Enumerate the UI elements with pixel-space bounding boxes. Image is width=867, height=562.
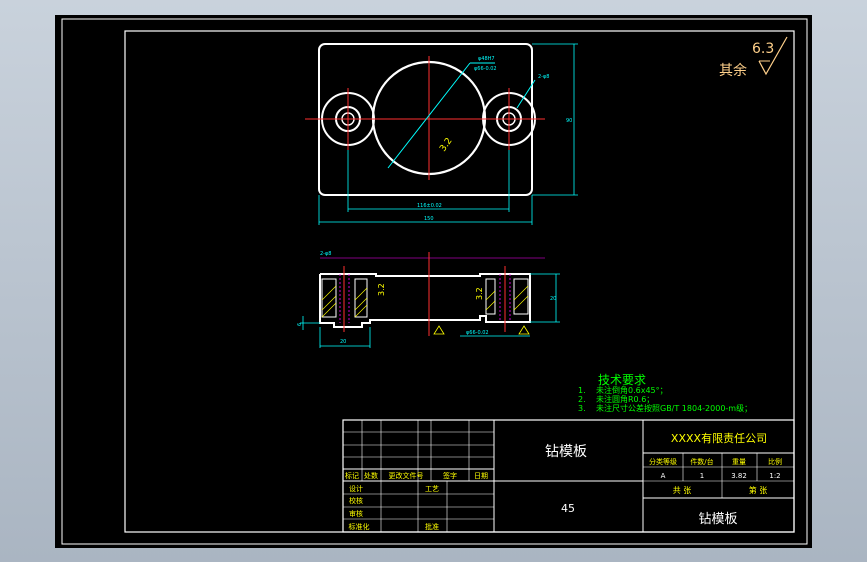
svg-text:工艺: 工艺 bbox=[425, 485, 439, 493]
svg-text:未注尺寸公差按照GB/T 1804-2000-m级；: 未注尺寸公差按照GB/T 1804-2000-m级； bbox=[596, 403, 752, 413]
svg-text:第 张: 第 张 bbox=[749, 485, 768, 495]
part-name-bottom: 钻模板 bbox=[698, 512, 737, 527]
svg-text:φ48H7: φ48H7 bbox=[478, 56, 495, 62]
svg-text:校核: 校核 bbox=[349, 496, 363, 505]
svg-text:重量: 重量 bbox=[732, 458, 746, 466]
svg-text:标记: 标记 bbox=[345, 471, 359, 480]
svg-text:1:2: 1:2 bbox=[769, 472, 780, 480]
svg-text:未注圆角R0.6；: 未注圆角R0.6； bbox=[596, 394, 654, 404]
svg-text:比例: 比例 bbox=[768, 457, 782, 466]
svg-text:A: A bbox=[661, 472, 666, 480]
tech-req-title: 技术要求 bbox=[598, 373, 646, 387]
svg-text:审核: 审核 bbox=[349, 509, 363, 518]
drawing-background bbox=[55, 15, 812, 548]
svg-text:2.: 2. bbox=[578, 395, 586, 404]
svg-text:设计: 设计 bbox=[349, 484, 363, 493]
svg-text:20: 20 bbox=[550, 296, 556, 302]
svg-text:签字: 签字 bbox=[443, 471, 457, 480]
svg-text:φ66-0.02: φ66-0.02 bbox=[466, 330, 489, 336]
svg-text:1.: 1. bbox=[578, 386, 586, 395]
svg-text:更改文件号: 更改文件号 bbox=[389, 471, 424, 480]
svg-text:2-φ8: 2-φ8 bbox=[538, 74, 549, 80]
svg-text:90: 90 bbox=[566, 118, 572, 124]
svg-text:处数: 处数 bbox=[364, 471, 378, 480]
roughness-value: 6.3 bbox=[752, 41, 774, 57]
svg-text:3.2: 3.2 bbox=[377, 283, 386, 296]
part-name: 钻模板 bbox=[545, 444, 587, 460]
svg-text:批准: 批准 bbox=[425, 522, 439, 531]
svg-text:3.: 3. bbox=[578, 404, 586, 413]
cad-viewport[interactable]: φ48H7 φ66-0.02 2-φ8 3.2 150 116±0.02 90 … bbox=[0, 0, 867, 562]
drawing-canvas: φ48H7 φ66-0.02 2-φ8 3.2 150 116±0.02 90 … bbox=[55, 15, 812, 548]
svg-text:2-φ8: 2-φ8 bbox=[320, 251, 331, 257]
svg-text:日期: 日期 bbox=[474, 472, 488, 480]
svg-text:1: 1 bbox=[700, 472, 704, 480]
svg-text:未注倒角0.6x45°；: 未注倒角0.6x45°； bbox=[596, 385, 668, 395]
company-name: XXXX有限责任公司 bbox=[671, 431, 767, 445]
svg-text:6: 6 bbox=[297, 323, 303, 326]
svg-text:共 张: 共 张 bbox=[673, 486, 692, 495]
roughness-label: 其余 bbox=[719, 62, 747, 79]
material: 45 bbox=[561, 502, 575, 515]
svg-text:φ66-0.02: φ66-0.02 bbox=[474, 66, 497, 72]
svg-text:20: 20 bbox=[340, 339, 346, 345]
svg-text:标准化: 标准化 bbox=[349, 522, 370, 531]
svg-text:件数/台: 件数/台 bbox=[690, 457, 713, 466]
svg-text:150: 150 bbox=[424, 216, 434, 222]
svg-text:分类等级: 分类等级 bbox=[649, 457, 677, 466]
svg-text:3.2: 3.2 bbox=[475, 287, 484, 300]
svg-text:116±0.02: 116±0.02 bbox=[417, 203, 442, 209]
svg-text:3.82: 3.82 bbox=[731, 472, 747, 480]
